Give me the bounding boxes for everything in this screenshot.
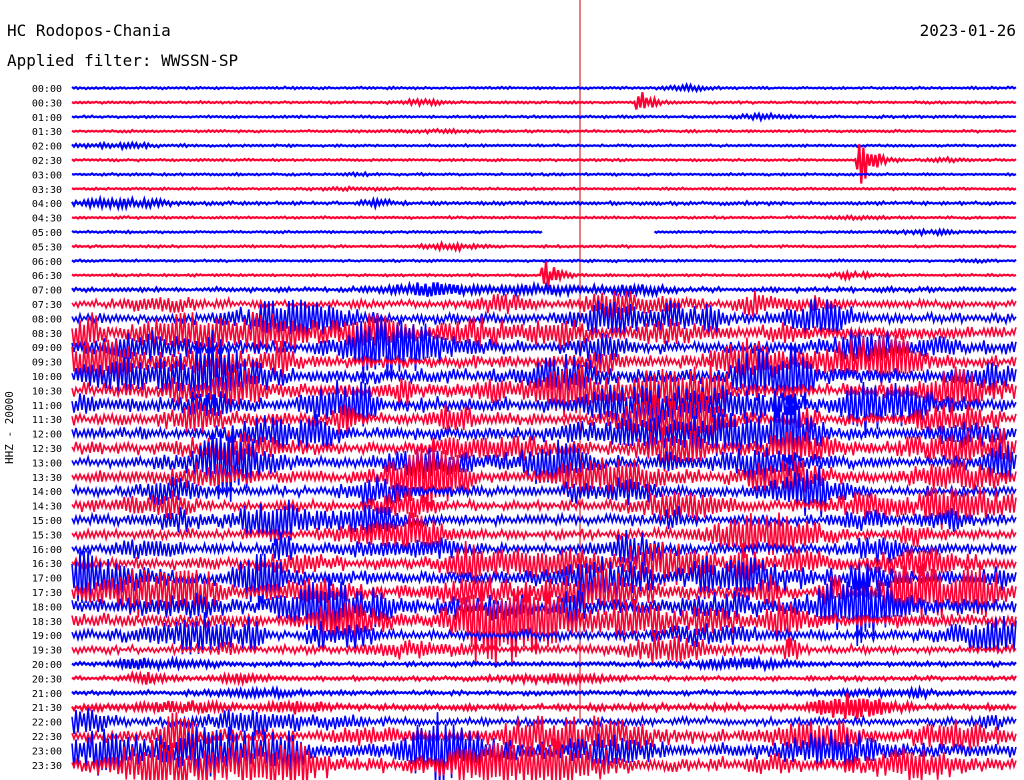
row-time-label: 22:00 <box>32 718 62 729</box>
trace-row-0000 <box>71 81 1017 94</box>
row-time-label: 18:00 <box>32 602 62 613</box>
trace-row-2100 <box>71 684 1017 701</box>
trace-row-0500 <box>71 227 1017 238</box>
trace-row-0430 <box>71 214 1017 222</box>
row-time-label: 13:30 <box>32 473 62 484</box>
row-time-label: 11:30 <box>32 415 62 426</box>
row-time-label: 06:30 <box>32 271 62 282</box>
row-time-label: 19:00 <box>32 631 62 642</box>
row-time-label: 16:00 <box>32 545 62 556</box>
row-time-label: 10:30 <box>32 386 62 397</box>
trace-row-0030 <box>71 92 1017 110</box>
row-time-label: 22:30 <box>32 732 62 743</box>
row-time-label: 19:30 <box>32 646 62 657</box>
station-title: HC Rodopos-Chania <box>7 21 171 40</box>
row-time-label: 21:30 <box>32 703 62 714</box>
row-time-label: 00:30 <box>32 98 62 109</box>
filter-label: Applied filter: WWSSN-SP <box>7 51 239 70</box>
row-time-label: 10:00 <box>32 372 62 383</box>
row-time-label: 15:00 <box>32 516 62 527</box>
row-time-label: 06:00 <box>32 257 62 268</box>
row-time-label: 23:30 <box>32 761 62 772</box>
row-time-label: 08:00 <box>32 314 62 325</box>
trace-row-0630 <box>71 261 1017 288</box>
trace-row-0400 <box>71 194 1017 212</box>
row-time-label: 14:00 <box>32 487 62 498</box>
row-time-label: 20:30 <box>32 674 62 685</box>
channel-label: HHZ - 20000 <box>3 391 16 464</box>
trace-row-0130 <box>71 127 1017 135</box>
trace-row-0700 <box>71 280 1017 299</box>
trace-row-0300 <box>71 170 1017 178</box>
row-time-label: 13:00 <box>32 458 62 469</box>
row-time-label: 01:30 <box>32 127 62 138</box>
row-time-label: 11:00 <box>32 401 62 412</box>
row-time-label: 09:00 <box>32 343 62 354</box>
row-time-label: 03:00 <box>32 170 62 181</box>
row-time-label: 18:30 <box>32 617 62 628</box>
row-time-label: 02:30 <box>32 156 62 167</box>
row-time-label: 23:00 <box>32 746 62 757</box>
row-time-label: 02:00 <box>32 142 62 153</box>
trace-row-0200 <box>71 140 1017 152</box>
row-time-label: 14:30 <box>32 502 62 513</box>
trace-row-2030 <box>71 669 1017 687</box>
row-time-label: 08:30 <box>32 329 62 340</box>
row-time-label: 04:00 <box>32 199 62 210</box>
row-time-label: 20:00 <box>32 660 62 671</box>
row-time-label: 07:30 <box>32 300 62 311</box>
row-time-label: 05:00 <box>32 228 62 239</box>
row-time-label: 17:30 <box>32 588 62 599</box>
helicorder-plot: 00:00 00:30 01:00 01:30 02:00 02:30 03:00 03:30… <box>32 0 1017 780</box>
row-time-label: 15:30 <box>32 530 62 541</box>
row-time-label: 01:00 <box>32 113 62 124</box>
row-time-label: 16:30 <box>32 559 62 570</box>
row-time-label: 03:30 <box>32 185 62 196</box>
trace-row-2130 <box>71 692 1017 720</box>
trace-row-0600 <box>71 257 1017 265</box>
row-time-label: 05:30 <box>32 242 62 253</box>
row-time-label: 12:00 <box>32 430 62 441</box>
trace-row-0530 <box>71 239 1017 254</box>
trace-row-2000 <box>71 654 1017 673</box>
row-time-label: 04:30 <box>32 214 62 225</box>
row-time-label: 00:00 <box>32 84 62 95</box>
row-time-label: 07:00 <box>32 286 62 297</box>
trace-row-0330 <box>71 184 1017 193</box>
row-time-label: 21:00 <box>32 689 62 700</box>
row-time-label: 09:30 <box>32 358 62 369</box>
date-label: 2023-01-26 <box>919 21 1016 40</box>
row-time-label: 17:00 <box>32 574 62 585</box>
trace-row-0100 <box>71 111 1017 123</box>
row-time-label: 12:30 <box>32 444 62 455</box>
trace-row-0230 <box>71 144 1017 184</box>
